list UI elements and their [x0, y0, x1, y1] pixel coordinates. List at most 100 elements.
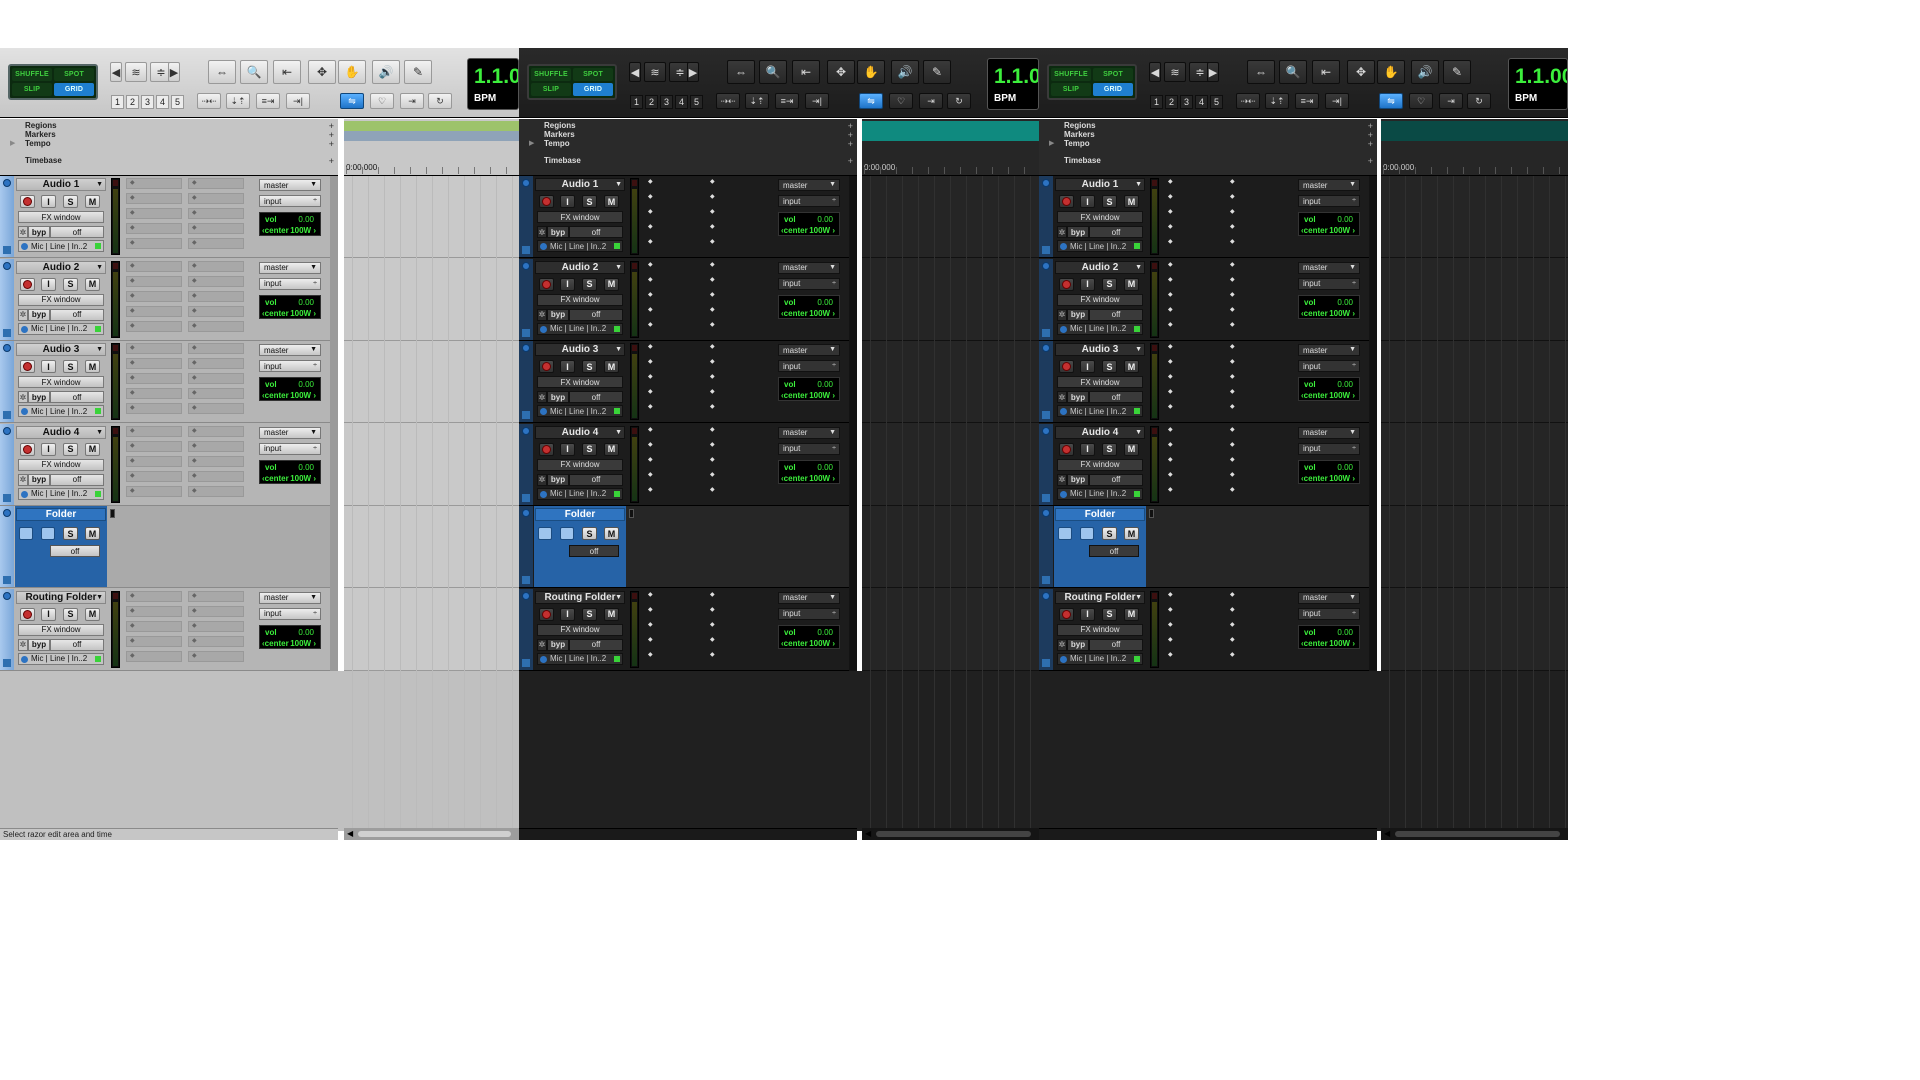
send-slot[interactable] — [188, 650, 244, 662]
mute-button[interactable]: M — [85, 442, 100, 456]
grid-mode-button[interactable]: GRID — [54, 83, 94, 96]
bypass-button[interactable]: byp — [28, 391, 50, 403]
output-select[interactable]: master ▼ — [778, 261, 840, 274]
tab-to-transient-icon[interactable]: ⇢⇠ — [716, 93, 740, 109]
track-select-icon[interactable] — [1042, 509, 1050, 517]
send-slot[interactable] — [707, 261, 763, 272]
fx-preset-select[interactable]: off — [569, 638, 623, 651]
output-select[interactable]: master ▼ — [778, 426, 840, 439]
input-select[interactable]: input ÷ — [1298, 277, 1360, 290]
fx-settings-icon[interactable]: ✲ — [18, 391, 28, 403]
send-slot[interactable] — [1227, 193, 1283, 204]
insert-slot[interactable] — [1165, 306, 1221, 317]
mute-button[interactable]: M — [1124, 527, 1139, 540]
insert-slot[interactable] — [645, 486, 701, 497]
track-menu-icon[interactable]: ▼ — [96, 264, 103, 271]
insert-slot[interactable] — [126, 260, 182, 272]
input-source-select[interactable]: Mic | Line | In..2 — [18, 240, 104, 252]
output-select[interactable]: master ▼ — [259, 261, 321, 274]
insert-slot[interactable] — [645, 343, 701, 354]
insert-slot[interactable] — [645, 291, 701, 302]
fx-window-button[interactable]: FX window — [18, 376, 104, 388]
send-slot[interactable] — [188, 440, 244, 452]
volume-value[interactable]: 0.00 — [1337, 215, 1353, 224]
folder-view-icon[interactable] — [41, 527, 55, 540]
input-monitor-button[interactable]: I — [560, 195, 575, 208]
edit-window-timeline[interactable] — [862, 176, 1039, 671]
input-monitor-button[interactable]: I — [41, 607, 56, 621]
track-menu-icon[interactable]: ▼ — [615, 594, 622, 601]
fx-preset-select[interactable]: off — [569, 473, 623, 486]
ruler-tempo-label[interactable]: Tempo — [25, 139, 51, 148]
folder-name[interactable]: Folder — [535, 508, 625, 521]
insert-slot[interactable] — [1165, 373, 1221, 384]
send-slot[interactable] — [188, 635, 244, 647]
pan-value[interactable]: 100W › — [809, 391, 835, 400]
pan-value[interactable]: 100W › — [290, 309, 316, 318]
magnifier-icon[interactable]: 🔍 — [1279, 60, 1307, 84]
mute-button[interactable]: M — [604, 195, 619, 208]
insert-slot[interactable] — [645, 358, 701, 369]
record-arm-button[interactable] — [539, 607, 554, 621]
marker-follow-icon[interactable]: ♡ — [1409, 93, 1433, 109]
track-select-icon[interactable] — [522, 179, 530, 187]
record-arm-button[interactable] — [1059, 195, 1074, 208]
send-slot[interactable] — [1227, 636, 1283, 647]
bypass-button[interactable]: byp — [1067, 638, 1089, 651]
record-arm-button[interactable] — [20, 607, 35, 621]
insert-slot[interactable] — [645, 651, 701, 662]
track-name[interactable]: Routing Folder ▼ — [16, 590, 106, 604]
send-slot[interactable] — [707, 373, 763, 384]
track-select-icon[interactable] — [3, 509, 11, 517]
insert-slot[interactable] — [645, 441, 701, 452]
solo-button[interactable]: S — [63, 195, 78, 208]
audio-zoom-icon[interactable]: ≋ — [1164, 62, 1186, 82]
volume-value[interactable]: 0.00 — [1337, 380, 1353, 389]
input-source-select[interactable]: Mic | Line | In..2 — [18, 652, 104, 665]
track-select-icon[interactable] — [3, 426, 11, 435]
input-monitor-button[interactable]: I — [41, 277, 56, 291]
track-select-strip[interactable] — [0, 341, 14, 422]
fx-window-button[interactable]: FX window — [1057, 623, 1143, 636]
input-select[interactable]: input ÷ — [259, 442, 321, 455]
insert-slot[interactable] — [1165, 651, 1221, 662]
send-slot[interactable] — [1227, 403, 1283, 414]
output-select[interactable]: master ▼ — [778, 344, 840, 356]
solo-button[interactable]: S — [582, 195, 597, 208]
link-track-edit-icon[interactable]: ⇋ — [1379, 93, 1403, 109]
input-monitor-button[interactable]: I — [560, 607, 575, 621]
main-counter[interactable]: 1.1.00 BPM — [1508, 58, 1568, 110]
track-lane[interactable] — [1381, 341, 1568, 423]
audio-zoom-icon[interactable]: ≋ — [125, 62, 147, 82]
send-slot[interactable] — [188, 193, 244, 204]
pan-value[interactable]: 100W › — [290, 226, 316, 235]
send-slot[interactable] — [1227, 261, 1283, 272]
track-menu-icon[interactable]: ▼ — [96, 594, 103, 601]
fx-window-button[interactable]: FX window — [1057, 376, 1143, 388]
insert-slot[interactable] — [645, 193, 701, 204]
send-slot[interactable] — [188, 455, 244, 467]
fx-settings-icon[interactable]: ✲ — [1057, 391, 1067, 403]
ruler-regions-label[interactable]: Regions — [544, 121, 576, 130]
shuffle-mode-button[interactable]: SHUFFLE — [531, 68, 571, 81]
insert-slot[interactable] — [126, 590, 182, 602]
track-name[interactable]: Audio 3 ▼ — [535, 343, 625, 356]
trim-icon[interactable]: ⇤ — [792, 60, 820, 84]
track-menu-icon[interactable]: ▼ — [615, 429, 622, 436]
zoom-left-icon[interactable]: ◀ — [110, 62, 122, 82]
zoom-preset-1[interactable]: 1 — [1150, 95, 1163, 109]
track-lane[interactable] — [1381, 589, 1568, 671]
input-select[interactable]: input ÷ — [1298, 442, 1360, 455]
insert-slot[interactable] — [645, 456, 701, 467]
insert-slot[interactable] — [126, 290, 182, 302]
zoom-in-out-icon[interactable]: ⇔ — [208, 60, 236, 84]
track-menu-icon[interactable]: ▼ — [1135, 264, 1142, 271]
folder-automation-select[interactable]: off — [50, 545, 100, 557]
ruler-add-icon[interactable]: + — [1368, 139, 1373, 149]
track-select-strip[interactable] — [1039, 258, 1053, 340]
insert-slot[interactable] — [645, 306, 701, 317]
fx-window-button[interactable]: FX window — [18, 458, 104, 471]
track-list-scrollbar[interactable] — [330, 176, 338, 671]
ruler-tempo-label[interactable]: Tempo — [1064, 139, 1090, 148]
zoom-preset-2[interactable]: 2 — [1165, 95, 1178, 109]
